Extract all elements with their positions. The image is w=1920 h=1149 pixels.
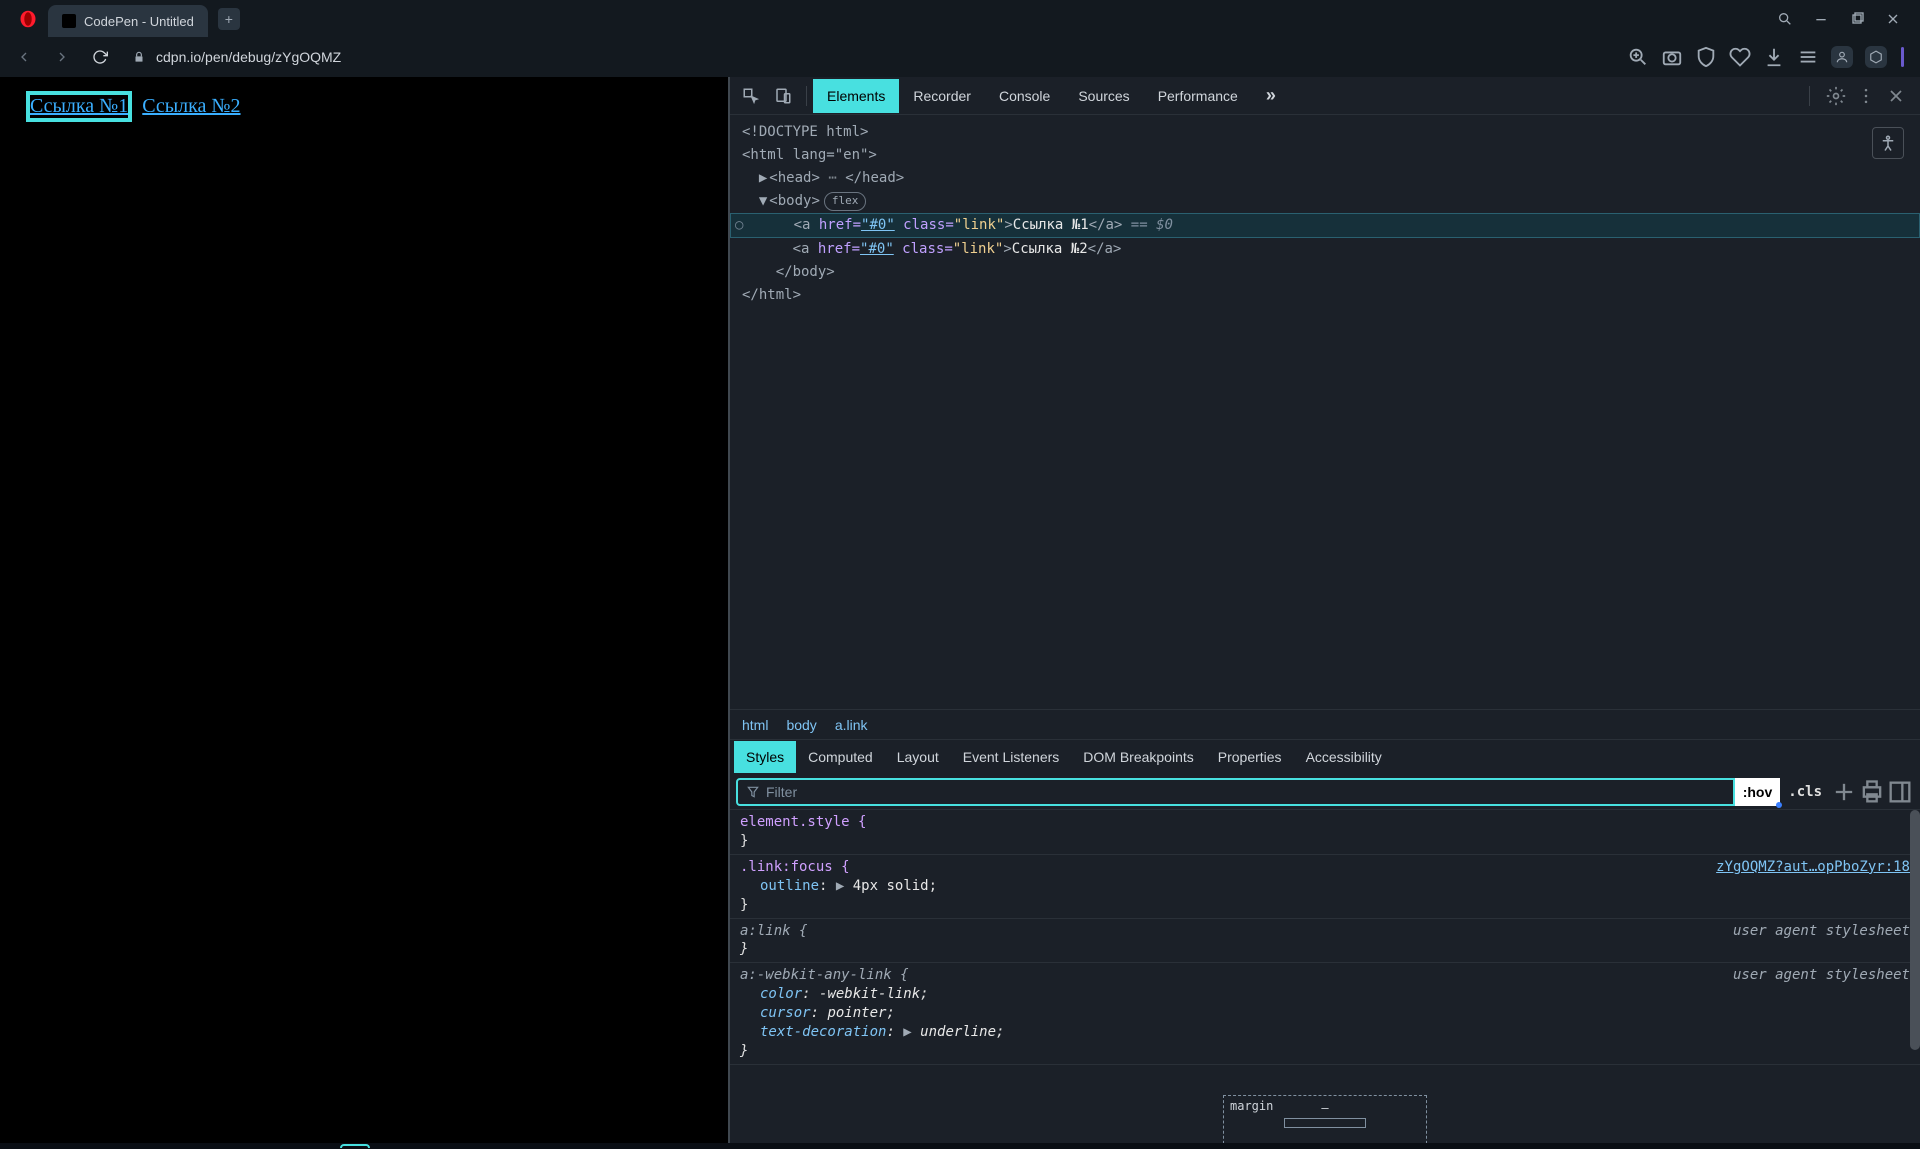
dom-tree[interactable]: <!DOCTYPE html> <html lang="en"> ▶<head>… [730,115,1920,709]
extensions-icon[interactable] [1865,46,1887,68]
camera-icon[interactable] [1661,46,1683,68]
flex-badge[interactable]: flex [824,192,867,211]
dom-selected-node[interactable]: <a href="#0" class="link">Ссылка №1</a> … [730,213,1920,238]
page-viewport: Ссылка №1 Ссылка №2 [0,77,730,1149]
accent-indicator [1901,47,1904,67]
url-text: cdpn.io/pen/debug/zYgOQMZ [156,49,341,65]
breadcrumb: html body a.link [730,709,1920,739]
dom-node[interactable]: <a href="#0" class="link">Ссылка №2</a> [730,238,1920,261]
titlebar: CodePen - Untitled + [0,0,1920,37]
close-devtools-icon[interactable] [1886,86,1906,106]
taskbar [0,1143,1920,1149]
tab-event-listeners[interactable]: Event Listeners [951,741,1072,773]
settings-icon[interactable] [1826,86,1846,106]
reload-button[interactable] [86,43,114,71]
back-button[interactable] [10,43,38,71]
shield-icon[interactable] [1695,46,1717,68]
search-icon[interactable] [1776,10,1794,28]
box-model: margin – [730,1065,1920,1149]
page-link-2[interactable]: Ссылка №2 [142,95,240,118]
zoom-icon[interactable] [1627,46,1649,68]
download-icon[interactable] [1763,46,1785,68]
tab-properties[interactable]: Properties [1206,741,1294,773]
opera-logo-icon[interactable] [18,9,38,29]
scrollbar[interactable] [1910,810,1920,1050]
forward-button[interactable] [48,43,76,71]
url-field[interactable]: cdpn.io/pen/debug/zYgOQMZ [124,49,1617,65]
device-icon[interactable] [768,81,798,111]
tab-performance[interactable]: Performance [1144,79,1252,113]
crumb-alink[interactable]: a.link [835,717,868,733]
tab-elements[interactable]: Elements [813,79,899,113]
heart-icon[interactable] [1729,46,1751,68]
print-icon[interactable] [1858,778,1886,806]
new-style-icon[interactable] [1830,778,1858,806]
sidebar-toggle-icon[interactable] [1886,778,1914,806]
tab-computed[interactable]: Computed [796,741,885,773]
page-link-1[interactable]: Ссылка №1 [30,95,128,118]
crumb-html[interactable]: html [742,717,768,733]
tab-layout[interactable]: Layout [885,741,951,773]
lock-icon [132,50,146,64]
dom-html-open: <html lang="en"> [742,147,877,163]
kebab-icon[interactable] [1856,86,1876,106]
more-tabs-icon[interactable]: » [1252,76,1290,115]
tab-styles[interactable]: Styles [734,741,796,773]
filter-input[interactable]: Filter [736,778,1735,806]
tab-console[interactable]: Console [985,79,1064,113]
filter-placeholder: Filter [766,784,797,800]
new-tab-button[interactable]: + [218,8,240,30]
accessibility-icon[interactable] [1872,127,1904,159]
cls-toggle[interactable]: .cls [1780,778,1830,806]
address-bar: cdpn.io/pen/debug/zYgOQMZ [0,37,1920,77]
css-rules[interactable]: element.style { } zYgOQMZ?aut…opPboZyr:1… [730,810,1920,1149]
tab-recorder[interactable]: Recorder [899,79,985,113]
browser-tab[interactable]: CodePen - Untitled [48,5,208,37]
taskbar-highlight [340,1144,370,1148]
close-icon[interactable] [1884,10,1902,28]
maximize-icon[interactable] [1848,10,1866,28]
hov-toggle[interactable]: :hov [1735,778,1781,806]
devtools-panel: Elements Recorder Console Sources Perfor… [730,77,1920,1149]
filter-icon [746,785,760,799]
tab-dom-breakpoints[interactable]: DOM Breakpoints [1071,741,1205,773]
minimize-icon[interactable] [1812,10,1830,28]
tab-sources[interactable]: Sources [1064,79,1143,113]
profile-icon[interactable] [1831,46,1853,68]
inspect-icon[interactable] [736,81,766,111]
styles-tabs: Styles Computed Layout Event Listeners D… [730,740,1920,774]
source-link[interactable]: zYgOQMZ?aut…opPboZyr:18 [1716,858,1910,877]
tab-favicon-icon [62,14,76,28]
dom-doctype: <!DOCTYPE html> [742,124,868,140]
tab-accessibility[interactable]: Accessibility [1294,741,1394,773]
menu-icon[interactable] [1797,46,1819,68]
devtools-tabs: Elements Recorder Console Sources Perfor… [730,77,1920,115]
crumb-body[interactable]: body [786,717,816,733]
tab-title: CodePen - Untitled [84,14,194,29]
